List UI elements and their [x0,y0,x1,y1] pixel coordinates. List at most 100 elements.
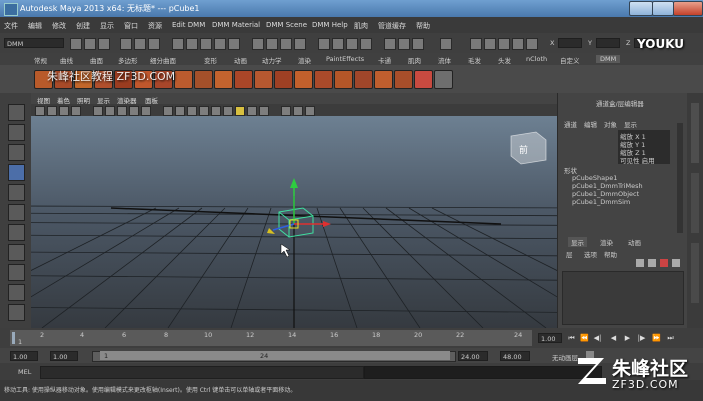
menu-file[interactable]: 文件 [4,21,18,31]
mel-label[interactable]: MEL [18,368,31,376]
menu-help[interactable]: 帮助 [416,21,430,31]
mode-dropdown[interactable]: DMM [4,38,64,48]
cb-menu-channels[interactable]: 通道 [564,119,577,129]
mask-icon[interactable] [214,38,226,50]
menu-dmm-scene[interactable]: DMM Scene [266,21,307,29]
wireframe-icon[interactable] [163,106,173,116]
render-settings-icon[interactable] [360,38,372,50]
grid-icon[interactable] [93,106,103,116]
snap-plane-icon[interactable] [294,38,306,50]
input-line-icon[interactable] [440,38,452,50]
tab-animation[interactable]: 动画 [234,55,247,65]
isolate-select-icon[interactable] [281,106,291,116]
toggle-icon[interactable] [470,38,482,50]
new-layer-selected-icon[interactable] [648,259,656,267]
step-back-icon[interactable]: ⏪ [580,334,589,343]
layer-menu-layers[interactable]: 层 [566,249,573,259]
playback-start-field[interactable]: 1.00 [50,351,78,361]
mel-input[interactable] [40,366,364,379]
new-layer-icon[interactable] [636,259,644,267]
wireframe-on-shaded-icon[interactable] [187,106,197,116]
resolution-gate-icon[interactable] [117,106,127,116]
playback-end-field[interactable]: 24.00 [458,351,488,361]
film-gate-icon[interactable] [105,106,115,116]
open-scene-icon[interactable] [84,38,96,50]
menu-edit[interactable]: 编辑 [28,21,42,31]
render-frame-icon[interactable] [332,38,344,50]
menu-dmm-asset[interactable]: Edit DMM [172,21,205,29]
select-hierarchy-icon[interactable] [120,38,132,50]
menu-muscle[interactable]: 肌肉 [354,21,368,31]
side-tabs[interactable] [687,93,703,328]
dmm-icon[interactable] [394,70,413,89]
tool-icon[interactable] [398,38,410,50]
xray-icon[interactable] [293,106,303,116]
dmm-icon[interactable] [374,70,393,89]
shape-item[interactable]: pCube1_DmmSim [572,198,630,206]
select-object-icon[interactable] [134,38,146,50]
toggle-icon[interactable] [526,38,538,50]
channel-box-scrollbar[interactable] [677,123,683,233]
camera-icon[interactable] [35,106,45,116]
step-back-key-icon[interactable]: ◀| [593,334,602,343]
tab-paint-effects[interactable]: PaintEffects [326,55,364,63]
tab-rendering[interactable]: 渲染 [298,55,311,65]
layer-tab-display[interactable]: 显示 [568,237,587,247]
mask-icon[interactable] [200,38,212,50]
dmm-icon[interactable] [274,70,293,89]
shape-item[interactable]: pCube1_DmmTriMesh [572,182,643,190]
soft-mod-tool-icon[interactable] [8,244,25,261]
menu-create[interactable]: 创建 [76,21,90,31]
tab-dynamics[interactable]: 动力学 [262,55,282,65]
time-slider-track[interactable] [10,330,532,346]
layout-single-icon[interactable] [8,264,25,281]
side-tab-channel-box[interactable] [691,103,699,163]
layer-menu-options[interactable]: 选项 [584,249,597,259]
ambient-occlusion-icon[interactable] [247,106,257,116]
xray-joints-icon[interactable] [305,106,315,116]
mask-icon[interactable] [172,38,184,50]
attr-visibility[interactable]: 可见性 启用 [620,155,655,165]
dmm-icon[interactable] [294,70,313,89]
image-plane-icon[interactable] [71,106,81,116]
menu-pipeline-cache[interactable]: 管道缓存 [378,21,406,31]
paint-select-tool-icon[interactable] [8,144,25,161]
default-lighting-icon[interactable] [235,106,245,116]
side-tab-attribute-editor[interactable] [691,173,699,233]
maximize-button[interactable] [652,1,674,16]
tab-hair[interactable]: 头发 [498,55,511,65]
range-slider-handle[interactable] [100,351,450,360]
y-coordinate-field[interactable] [596,38,620,48]
layout-outliner-icon[interactable] [8,304,25,321]
go-to-end-icon[interactable]: ⏭ [666,334,675,343]
dmm-icon[interactable] [434,70,453,89]
dmm-icon[interactable] [214,70,233,89]
dmm-icon[interactable] [314,70,333,89]
tab-toon[interactable]: 卡通 [378,55,391,65]
mask-icon[interactable] [186,38,198,50]
perspective-viewport[interactable]: 前 [31,116,557,328]
play-forward-icon[interactable]: ▶ [623,334,632,343]
tab-general[interactable]: 常规 [34,55,47,65]
snap-curve-icon[interactable] [266,38,278,50]
new-scene-icon[interactable] [70,38,82,50]
field-chart-icon[interactable] [141,106,151,116]
tab-fluids[interactable]: 流体 [438,55,451,65]
current-time-marker[interactable] [12,332,15,344]
toggle-icon[interactable] [512,38,524,50]
camera-icon[interactable] [47,106,57,116]
shadows-icon[interactable] [223,106,233,116]
menu-assets[interactable]: 资源 [148,21,162,31]
layer-tab-anim[interactable]: 动画 [628,237,641,247]
smooth-shade-icon[interactable] [175,106,185,116]
snap-grid-icon[interactable] [252,38,264,50]
minimize-button[interactable] [629,1,653,16]
anti-alias-icon[interactable] [259,106,269,116]
menu-dmm-material[interactable]: DMM Material [212,21,260,29]
side-tab-tool-settings[interactable] [691,243,699,303]
menu-display[interactable]: 显示 [100,21,114,31]
save-scene-icon[interactable] [98,38,110,50]
cb-menu-show[interactable]: 显示 [624,119,637,129]
select-tool-icon[interactable] [8,104,25,121]
layer-list[interactable] [562,271,684,325]
